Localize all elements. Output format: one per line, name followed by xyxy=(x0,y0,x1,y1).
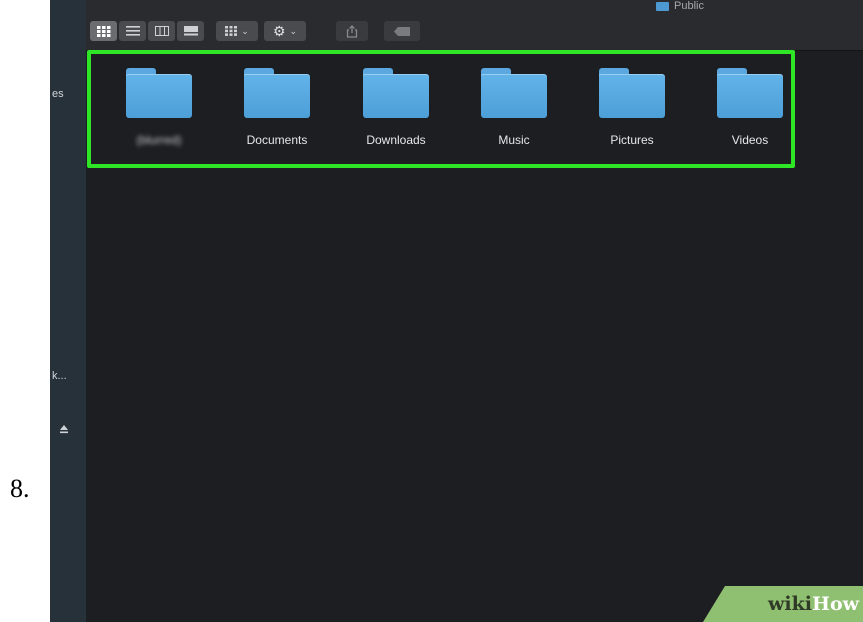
group-by-icon xyxy=(225,26,238,36)
share-icon xyxy=(346,24,358,38)
list-view-icon xyxy=(125,26,140,36)
view-mode-group xyxy=(90,21,206,41)
path-crumb-label: Public xyxy=(674,0,704,12)
wikihow-watermark: wiki How xyxy=(703,586,863,622)
watermark-part2: How xyxy=(812,593,859,615)
folder-item[interactable]: Music xyxy=(459,66,569,147)
chevron-down-icon: ⌄ xyxy=(241,25,249,36)
tag-icon xyxy=(394,26,410,36)
folder-item[interactable]: Videos xyxy=(695,66,805,147)
folder-label: (blurred) xyxy=(136,133,182,147)
folder-label: Videos xyxy=(731,133,769,147)
chevron-down-icon: ⌄ xyxy=(289,25,298,36)
folder-icon xyxy=(599,66,665,122)
folder-item[interactable]: Documents xyxy=(222,66,332,147)
folder-grid: (blurred) Documents Downloads Music Pict… xyxy=(104,66,804,166)
eject-icon[interactable] xyxy=(58,423,70,435)
folder-icon xyxy=(656,1,669,11)
folder-icon xyxy=(363,66,429,122)
folder-label: Music xyxy=(498,133,530,147)
sidebar-item-fragment[interactable]: es xyxy=(52,88,64,100)
sidebar: es k... xyxy=(50,0,87,622)
folder-icon xyxy=(481,66,547,122)
folder-label: Documents xyxy=(246,133,308,147)
folder-label: Downloads xyxy=(366,133,426,147)
list-view-button[interactable] xyxy=(119,21,146,41)
finder-window: es k... ⌄ ⚙ ⌄ Public (blurred) Documents… xyxy=(50,0,863,622)
step-number: 8. xyxy=(10,474,30,503)
group-by-button[interactable]: ⌄ xyxy=(216,21,258,41)
column-view-button[interactable] xyxy=(148,21,175,41)
path-crumb[interactable]: Public xyxy=(656,0,704,12)
gallery-view-button[interactable] xyxy=(177,21,204,41)
folder-icon xyxy=(717,66,783,122)
icon-view-icon xyxy=(96,25,110,37)
action-menu-button[interactable]: ⚙ ⌄ xyxy=(264,21,306,41)
watermark-part1: wiki xyxy=(768,593,813,615)
folder-item[interactable]: Pictures xyxy=(577,66,687,147)
sidebar-item-fragment[interactable]: k... xyxy=(52,370,67,382)
toolbar: ⌄ ⚙ ⌄ Public xyxy=(86,0,863,51)
folder-icon xyxy=(126,66,192,122)
share-button[interactable] xyxy=(336,21,368,41)
folder-icon xyxy=(244,66,310,122)
gear-icon: ⚙ xyxy=(272,23,286,39)
column-view-icon xyxy=(154,26,169,36)
folder-label: Pictures xyxy=(610,133,654,147)
folder-item[interactable]: Downloads xyxy=(341,66,451,147)
folder-item[interactable]: (blurred) xyxy=(104,66,214,147)
icon-view-button[interactable] xyxy=(90,21,117,41)
tag-button[interactable] xyxy=(384,21,420,41)
gallery-view-icon xyxy=(183,26,198,36)
